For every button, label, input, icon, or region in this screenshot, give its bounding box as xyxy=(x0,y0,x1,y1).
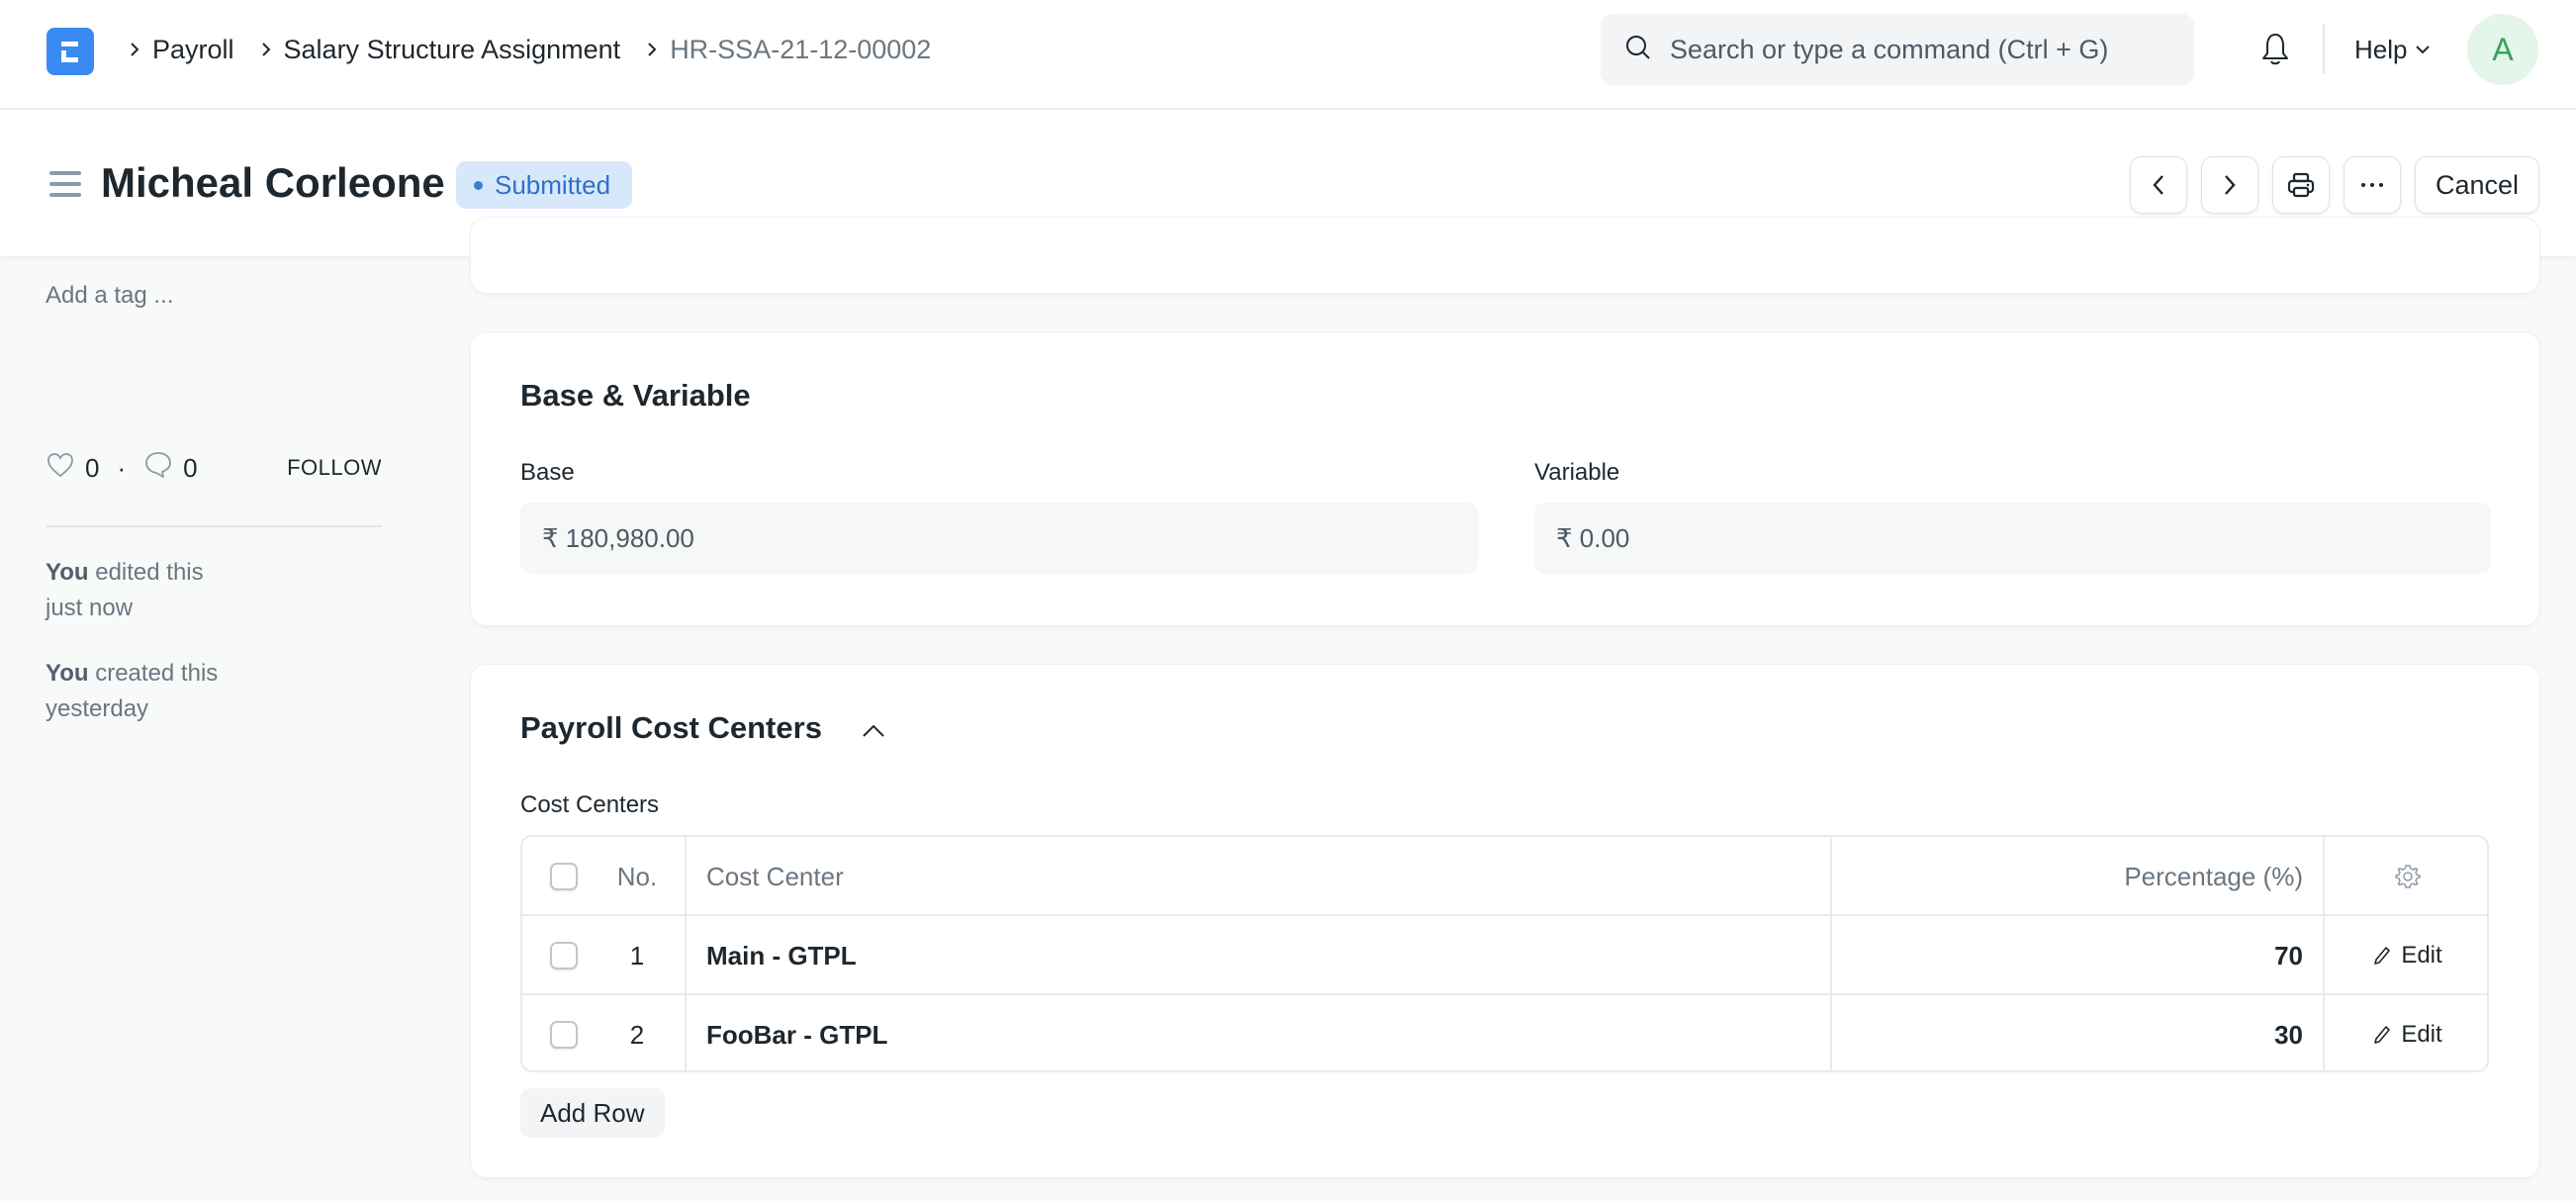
table-row[interactable]: 1 Main - GTPL 70 Edit xyxy=(522,916,2487,995)
avatar[interactable]: A xyxy=(2467,14,2538,85)
chevron-right-icon xyxy=(634,40,670,59)
select-all-cell xyxy=(522,837,590,916)
heart-icon[interactable] xyxy=(46,451,75,486)
row-actions-cell: Edit xyxy=(2323,995,2487,1070)
next-doc-button[interactable] xyxy=(2201,156,2258,214)
page-title: Micheal Corleone xyxy=(101,159,445,206)
row-checkbox[interactable] xyxy=(550,1021,578,1049)
search-icon xyxy=(1624,34,1652,66)
row-select-cell xyxy=(522,916,590,995)
avatar-initial: A xyxy=(2492,31,2514,67)
add-row-button[interactable]: Add Row xyxy=(520,1088,665,1138)
breadcrumb: Payroll Salary Structure Assignment HR-S… xyxy=(117,30,945,69)
activity-action: edited this xyxy=(88,559,204,586)
add-tag-link[interactable]: Add a tag ... xyxy=(46,282,173,310)
variable-label: Variable xyxy=(1534,459,1620,486)
table-row[interactable]: 2 FooBar - GTPL 30 Edit xyxy=(522,995,2487,1070)
activity-actor: You xyxy=(46,559,89,586)
likes-comments-row: 0 · 0 FOLLOW xyxy=(46,450,382,486)
status-dot-icon xyxy=(474,180,483,190)
activity-item: You created this yesterday xyxy=(46,656,283,727)
table-header-row: No. Cost Center Percentage (%) xyxy=(522,837,2487,916)
percentage-cell[interactable]: 70 xyxy=(1830,916,2323,995)
row-actions-cell: Edit xyxy=(2323,916,2487,995)
breadcrumb-salary-structure-assignment[interactable]: Salary Structure Assignment xyxy=(284,35,621,65)
edit-row-button[interactable]: Edit xyxy=(2373,942,2442,970)
chevron-right-icon xyxy=(117,40,152,59)
payroll-cost-centers-section: Payroll Cost Centers Cost Centers No. Co… xyxy=(471,665,2539,1177)
column-header-no: No. xyxy=(616,861,658,891)
percentage-cell[interactable]: 30 xyxy=(1830,995,2323,1070)
row-select-cell xyxy=(522,995,590,1070)
base-value: ₹ 180,980.00 xyxy=(542,522,694,553)
edit-label: Edit xyxy=(2401,1021,2442,1048)
chevron-right-icon xyxy=(248,40,284,59)
base-label: Base xyxy=(520,459,575,486)
sidebar-toggle-icon[interactable] xyxy=(49,171,81,197)
more-icon xyxy=(2361,183,2383,187)
column-header-cost-center: Cost Center xyxy=(685,837,1830,916)
activity-actor: You xyxy=(46,660,89,687)
column-settings-cell xyxy=(2323,837,2487,916)
app-logo[interactable] xyxy=(46,28,94,75)
row-number: 1 xyxy=(629,940,645,970)
variable-value: ₹ 0.00 xyxy=(1556,522,1630,553)
help-dropdown[interactable]: Help xyxy=(2354,30,2431,69)
base-variable-section: Base & Variable Base ₹ 180,980.00 Variab… xyxy=(471,332,2539,625)
cancel-button[interactable]: Cancel xyxy=(2415,156,2539,214)
chevron-right-icon xyxy=(2225,175,2236,195)
base-field[interactable]: ₹ 180,980.00 xyxy=(520,503,1478,574)
printer-icon xyxy=(2287,172,2315,198)
comment-count: 0 xyxy=(183,452,198,483)
row-checkbox[interactable] xyxy=(550,942,578,970)
cost-center-cell[interactable]: FooBar - GTPL xyxy=(685,995,1830,1070)
pencil-icon xyxy=(2374,947,2391,965)
status-badge: Submitted xyxy=(456,161,633,209)
section-title-base-variable: Base & Variable xyxy=(520,378,751,413)
follow-button[interactable]: FOLLOW xyxy=(287,450,382,486)
chevron-down-icon xyxy=(2416,46,2431,54)
select-all-checkbox[interactable] xyxy=(550,863,578,890)
activity-time: just now xyxy=(46,595,134,621)
column-header-percentage: Percentage (%) xyxy=(1830,837,2323,916)
search-bar[interactable] xyxy=(1601,14,2194,85)
notifications-bell-icon[interactable] xyxy=(2255,30,2295,69)
cost-center-cell[interactable]: Main - GTPL xyxy=(685,916,1830,995)
separator-dot: · xyxy=(117,452,127,483)
comment-icon[interactable] xyxy=(143,450,173,487)
sidebar-divider xyxy=(46,525,382,527)
like-count: 0 xyxy=(85,452,100,483)
edit-label: Edit xyxy=(2401,942,2442,969)
previous-doc-button[interactable] xyxy=(2130,156,2187,214)
cost-centers-table: No. Cost Center Percentage (%) 1 Main - … xyxy=(520,835,2489,1072)
chevron-up-icon[interactable] xyxy=(861,722,886,745)
chevron-left-icon xyxy=(2153,175,2163,195)
activity-time: yesterday xyxy=(46,695,149,722)
print-button[interactable] xyxy=(2272,156,2330,214)
pencil-icon xyxy=(2374,1026,2391,1044)
status-label: Submitted xyxy=(495,169,611,200)
variable-field[interactable]: ₹ 0.00 xyxy=(1534,503,2491,574)
cost-centers-label: Cost Centers xyxy=(520,791,660,818)
breadcrumb-current-doc[interactable]: HR-SSA-21-12-00002 xyxy=(670,35,931,65)
row-number: 2 xyxy=(629,1019,645,1050)
breadcrumb-payroll[interactable]: Payroll xyxy=(152,35,234,65)
navbar: Payroll Salary Structure Assignment HR-S… xyxy=(0,0,2576,110)
more-actions-button[interactable] xyxy=(2344,156,2401,214)
activity-action: created this xyxy=(88,660,219,687)
help-label: Help xyxy=(2354,34,2408,64)
gear-icon[interactable] xyxy=(2394,863,2422,890)
activity-item: You edited this just now xyxy=(46,555,283,626)
section-title-cost-centers: Payroll Cost Centers xyxy=(520,710,822,745)
navbar-divider xyxy=(2323,24,2325,73)
search-input[interactable] xyxy=(1670,34,2184,65)
edit-row-button[interactable]: Edit xyxy=(2373,1021,2442,1049)
previous-section-card xyxy=(471,218,2539,293)
